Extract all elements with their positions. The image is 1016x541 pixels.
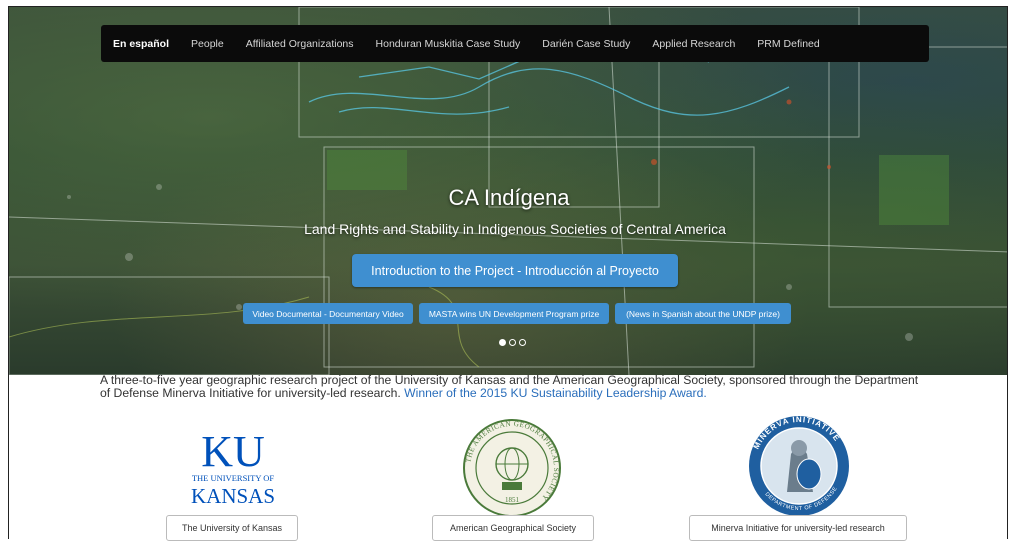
hero-title: CA Indígena (448, 185, 570, 210)
undp-news-button[interactable]: (News in Spanish about the UNDP prize) (615, 303, 791, 324)
ku-monogram: KU (201, 427, 265, 476)
minerva-seal-graphic: MINERVA INITIATIVE DEPARTMENT OF DEFENSE (749, 415, 849, 516)
minerva-logo[interactable]: MINERVA INITIATIVE DEPARTMENT OF DEFENSE (747, 414, 851, 518)
ags-logo[interactable]: THE AMERICAN GEOGRAPHICAL SOCIETY 1851 (462, 418, 562, 518)
nav-item-applied-research[interactable]: Applied Research (652, 38, 735, 50)
award-link[interactable]: Winner of the 2015 KU Sustainability Lea… (404, 386, 707, 400)
ku-subtext: THE UNIVERSITY OF (192, 473, 275, 483)
nav-item-en-espanol[interactable]: En español (113, 38, 169, 50)
ags-seal-graphic: THE AMERICAN GEOGRAPHICAL SOCIETY 1851 (463, 419, 561, 517)
nav-item-prm-defined[interactable]: PRM Defined (757, 38, 819, 50)
nav-item-honduran-muskitia[interactable]: Honduran Muskitia Case Study (376, 38, 521, 50)
hero-subtitle: Land Rights and Stability in Indigenous … (304, 221, 726, 237)
nav-item-darien-case-study[interactable]: Darién Case Study (542, 38, 630, 50)
ku-wordmark: KANSAS (191, 484, 275, 508)
minerva-partner-button[interactable]: Minerva Initiative for university-led re… (689, 515, 907, 541)
ags-year: 1851 (505, 496, 520, 504)
nav-item-people[interactable]: People (191, 38, 224, 50)
carousel-indicators (499, 339, 526, 346)
carousel-dot-3[interactable] (519, 339, 526, 346)
ags-partner-button[interactable]: American Geographical Society (432, 515, 594, 541)
masta-prize-button[interactable]: MASTA wins UN Development Program prize (419, 303, 609, 324)
nav-item-affiliated-organizations[interactable]: Affiliated Organizations (246, 38, 354, 50)
hero-carousel: En español People Affiliated Organizatio… (9, 7, 1007, 375)
ku-logo-graphic: KU THE UNIVERSITY OF KANSAS (191, 427, 275, 508)
ku-partner-button[interactable]: The University of Kansas (166, 515, 298, 541)
ku-logo[interactable]: KU THE UNIVERSITY OF KANSAS (188, 424, 278, 509)
intro-project-button[interactable]: Introduction to the Project - Introducci… (352, 254, 678, 287)
carousel-dot-1[interactable] (499, 339, 506, 346)
project-description: A three-to-five year geographic research… (100, 374, 920, 400)
top-navbar: En español People Affiliated Organizatio… (101, 25, 929, 62)
documentary-video-button[interactable]: Video Documental - Documentary Video (243, 303, 413, 324)
carousel-dot-2[interactable] (509, 339, 516, 346)
